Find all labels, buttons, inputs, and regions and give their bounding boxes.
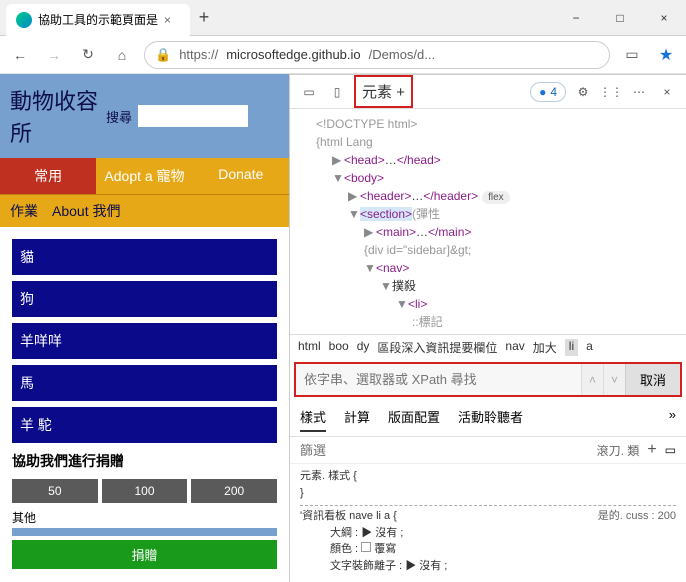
nav-donate[interactable]: Donate [193,158,289,194]
close-icon[interactable]: × [164,13,180,27]
secondary-nav: 作業 About 我們 [0,194,289,227]
home-button[interactable]: ⌂ [110,43,134,67]
other-label: 其他 [12,509,277,526]
more-icon[interactable]: ⋯ [628,81,650,103]
url-prefix: https:// [179,47,218,62]
page-title: 動物收容所 [10,84,100,148]
dom-line: {html Lang [300,133,676,151]
amount-100[interactable]: 100 [102,479,188,503]
browser-tab[interactable]: 協助工具的示範頁面是 × [6,4,190,36]
lock-icon: 🔒 [155,47,171,63]
edge-icon [16,12,32,28]
new-tab-button[interactable]: + [190,7,218,28]
back-button[interactable]: ← [8,43,32,67]
maximize-button[interactable]: □ [598,0,642,36]
device-icon[interactable]: ▯ [326,81,348,103]
tab-elements[interactable]: 元素 + [354,75,413,108]
other-bar [12,528,277,536]
donate-button[interactable]: 捐贈 [12,540,277,569]
list-item[interactable]: 馬 [12,365,277,401]
list-item[interactable]: 羊咩咩 [12,323,277,359]
refresh-button[interactable]: ↻ [76,43,100,67]
search-panel: ˄ ˅ 取消 [294,362,682,397]
dom-tree[interactable]: <!DOCTYPE html> {html Lang ▶<head>…</hea… [290,109,686,334]
search-input[interactable] [138,105,248,127]
amount-50[interactable]: 50 [12,479,98,503]
tab-layout[interactable]: 版面配置 [388,407,440,432]
amount-200[interactable]: 200 [191,479,277,503]
tab-styles[interactable]: 樣式 [300,407,326,432]
inspect-icon[interactable]: ▭ [298,81,320,103]
issues-badge[interactable]: 4 [530,82,566,102]
donate-heading: 協助我們進行捐贈 [12,451,277,471]
nav-home[interactable]: 常用 [0,158,96,194]
styles-tabs: 樣式 計算 版面配置 活動聆聽者 » [290,399,686,437]
search-next-icon[interactable]: ˅ [603,364,625,395]
devtools-close-icon[interactable]: × [656,81,678,103]
search-prev-icon[interactable]: ˄ [581,364,603,395]
url-input[interactable]: 🔒 https:// microsoftedge.github.io/Demos/… [144,41,610,69]
styles-filter-row: 滾刀. 類 + ▭ [290,437,686,464]
cancel-button[interactable]: 取消 [625,364,680,395]
list-item[interactable]: 羊 駝 [12,407,277,443]
tab-computed[interactable]: 計算 [344,407,370,432]
styles-body[interactable]: 元素. 樣式 { } 是的. cuss : 200 '資訊看板 nave li … [290,464,686,582]
animal-list: 貓 狗 羊咩咩 馬 羊 駝 協助我們進行捐贈 50 100 200 其他 捐贈 [0,227,289,581]
more-icon[interactable]: » [669,407,676,432]
devtools-panel: ▭ ▯ 元素 + 4 ⚙ ⋮⋮ ⋯ × <!DOCTYPE html> {htm… [290,74,686,582]
styles-filter-input[interactable] [300,443,589,458]
list-item[interactable]: 貓 [12,239,277,275]
search-label: 搜尋 [106,107,132,126]
dom-search-input[interactable] [296,364,581,395]
breadcrumb[interactable]: htmlboo dy 區段深入資訊提要欄位 nav 加大 li a [290,334,686,360]
translate-icon[interactable]: ▭ [620,43,644,67]
minimize-button[interactable]: − [554,0,598,36]
more-tools-icon[interactable]: ⋮⋮ [600,81,622,103]
new-rule-icon[interactable]: + [647,441,656,459]
favorite-icon[interactable]: ★ [654,43,678,67]
address-bar: ← → ↻ ⌂ 🔒 https:// microsoftedge.github.i… [0,36,686,74]
hov-label[interactable]: 滾刀. 類 [597,442,640,459]
toggle-icon[interactable]: ▭ [665,443,676,457]
primary-nav: 常用 Adopt a 寵物 Donate [0,158,289,194]
devtools-toolbar: ▭ ▯ 元素 + 4 ⚙ ⋮⋮ ⋯ × [290,75,686,109]
url-path: /Demos/d... [369,47,435,62]
page-header: 動物收容所 搜尋 [0,74,289,158]
page-content: 動物收容所 搜尋 常用 Adopt a 寵物 Donate 作業 About 我… [0,74,290,582]
window-titlebar: 協助工具的示範頁面是 × + − □ × [0,0,686,36]
tab-title: 協助工具的示範頁面是 [38,11,158,28]
nav-about[interactable]: About 我們 [52,201,120,221]
tab-listeners[interactable]: 活動聆聽者 [458,407,523,432]
list-item[interactable]: 狗 [12,281,277,317]
dom-line: <!DOCTYPE html> [300,115,676,133]
nav-work[interactable]: 作業 [10,201,38,221]
close-button[interactable]: × [642,0,686,36]
settings-icon[interactable]: ⚙ [572,81,594,103]
forward-button[interactable]: → [42,43,66,67]
url-host: microsoftedge.github.io [226,47,360,62]
nav-adopt[interactable]: Adopt a 寵物 [96,158,192,194]
